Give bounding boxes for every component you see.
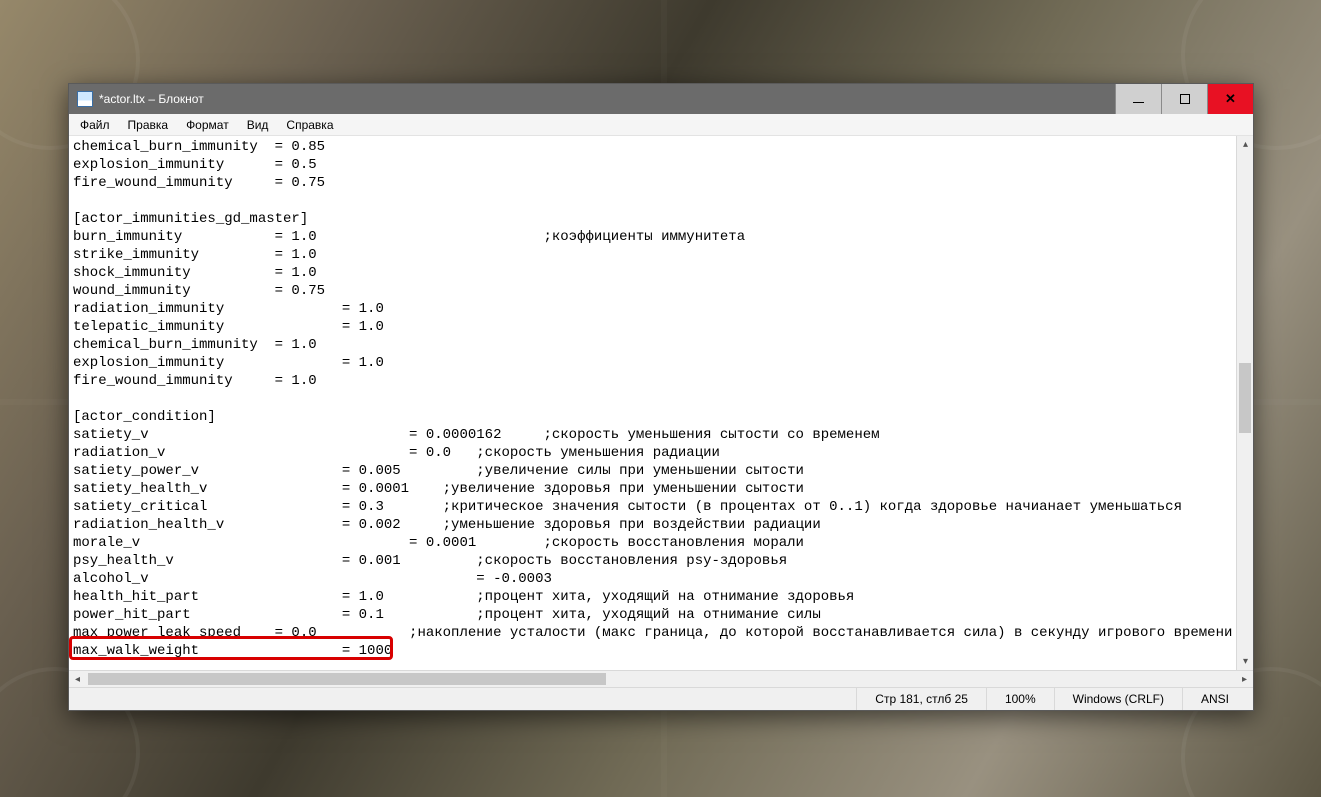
scroll-down-icon[interactable]: ▾	[1237, 653, 1253, 670]
vertical-scroll-thumb[interactable]	[1239, 363, 1251, 433]
vertical-scrollbar[interactable]: ▴ ▾	[1236, 136, 1253, 670]
menu-view[interactable]: Вид	[238, 116, 278, 134]
highlight-annotation	[69, 636, 393, 660]
horizontal-scroll-thumb[interactable]	[88, 673, 606, 685]
minimize-button[interactable]	[1115, 84, 1161, 114]
horizontal-scroll-track[interactable]	[86, 671, 1236, 687]
status-zoom: 100%	[986, 688, 1054, 710]
menu-file[interactable]: Файл	[71, 116, 119, 134]
menu-bar: Файл Правка Формат Вид Справка	[69, 114, 1253, 136]
window-title: *actor.ltx – Блокнот	[99, 92, 204, 106]
scroll-right-icon[interactable]: ▸	[1236, 671, 1253, 688]
status-cursor-position: Стр 181, стлб 25	[856, 688, 986, 710]
vertical-scroll-track[interactable]	[1237, 153, 1253, 653]
status-bar: Стр 181, стлб 25 100% Windows (CRLF) ANS…	[69, 687, 1253, 710]
status-encoding: ANSI	[1182, 688, 1247, 710]
text-content[interactable]: chemical_burn_immunity = 0.85 explosion_…	[73, 138, 1232, 660]
scroll-up-icon[interactable]: ▴	[1237, 136, 1253, 153]
scroll-left-icon[interactable]: ◂	[69, 671, 86, 688]
maximize-button[interactable]	[1161, 84, 1207, 114]
app-icon	[77, 91, 93, 107]
menu-edit[interactable]: Правка	[119, 116, 178, 134]
editor-area[interactable]: chemical_burn_immunity = 0.85 explosion_…	[69, 136, 1253, 670]
status-line-ending: Windows (CRLF)	[1054, 688, 1182, 710]
menu-format[interactable]: Формат	[177, 116, 238, 134]
title-bar[interactable]: *actor.ltx – Блокнот ✕	[69, 84, 1253, 114]
menu-help[interactable]: Справка	[277, 116, 342, 134]
close-button[interactable]: ✕	[1207, 84, 1253, 114]
notepad-window: *actor.ltx – Блокнот ✕ Файл Правка Форма…	[68, 83, 1254, 711]
horizontal-scrollbar[interactable]: ◂ ▸	[69, 670, 1253, 687]
